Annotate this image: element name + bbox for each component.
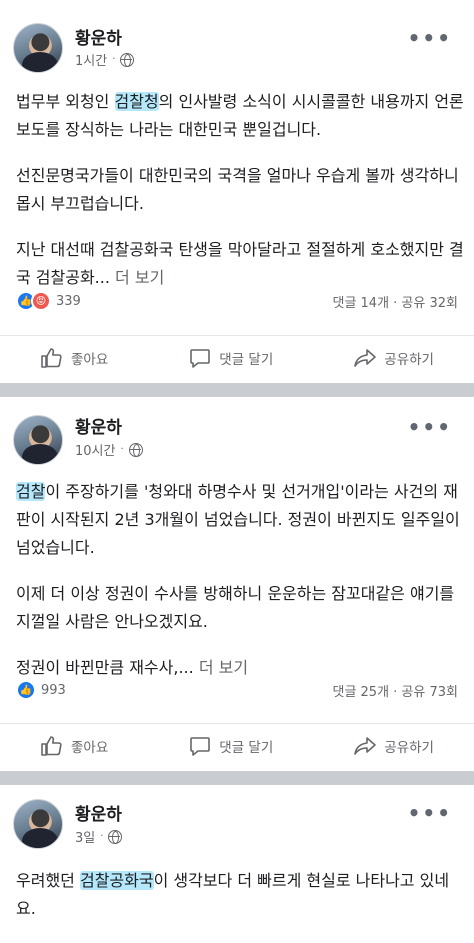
more-options-icon[interactable]: ••• [408, 415, 452, 439]
reaction-count[interactable]: 993 [41, 683, 66, 698]
post-1: 황운하 1시간 · ••• 법무부 외청인 검찰청의 인사발령 소식이 시시콜콜… [0, 0, 474, 383]
thumbs-up-icon [41, 347, 62, 368]
like-button[interactable]: 좋아요 [40, 346, 108, 370]
post-divider [0, 771, 474, 785]
avatar[interactable] [13, 23, 63, 73]
action-bar: 좋아요 댓글 달기 공유하기 [0, 723, 474, 767]
paragraph: 지난 대선때 검찰공화국 탄생을 막아달라고 절절하게 호소했지만 결국 검찰공… [16, 240, 464, 287]
globe-icon [120, 52, 135, 67]
highlighted-text: 검찰공화국 [79, 871, 154, 890]
post-header: 황운하 10시간 · ••• [0, 397, 474, 465]
post-time[interactable]: 3일 [75, 827, 95, 846]
reaction-bar: 👍 993 댓글 25개 · 공유 73회 [16, 678, 458, 702]
author-name[interactable]: 황운하 [75, 800, 122, 825]
thumbs-up-icon [41, 735, 62, 756]
comment-button[interactable]: 댓글 달기 [188, 734, 273, 758]
like-button[interactable]: 좋아요 [40, 734, 108, 758]
like-label: 좋아요 [71, 351, 109, 368]
highlighted-text: 검찰 [16, 482, 46, 501]
paragraph: 법무부 외청인 검찰청의 인사발령 소식이 시시콜콜한 내용까지 언론보도를 장… [16, 92, 464, 139]
paragraph: 선진문명국가들이 대한민국의 국격을 얼마나 우습게 볼까 생각하니 몹시 부끄… [16, 166, 459, 213]
comment-label: 댓글 달기 [219, 351, 274, 368]
share-arrow-icon [354, 736, 377, 755]
more-options-icon[interactable]: ••• [408, 26, 452, 50]
see-more-link[interactable]: 더 보기 [115, 268, 164, 287]
author-name[interactable]: 황운하 [75, 24, 122, 49]
post-time[interactable]: 1시간 [75, 50, 107, 69]
post-divider [0, 383, 474, 397]
separator: · [120, 444, 124, 455]
separator: · [112, 54, 116, 65]
comments-shares-count[interactable]: 댓글 14개 · 공유 32회 [332, 292, 458, 311]
globe-icon [108, 829, 123, 844]
post-time[interactable]: 10시간 [75, 440, 115, 459]
paragraph: 검찰이 주장하기를 '청와대 하명수사 및 선거개입'이라는 사건의 재판이 시… [16, 482, 460, 557]
separator: · [100, 831, 104, 842]
post-2: 황운하 10시간 · ••• 검찰이 주장하기를 '청와대 하명수사 및 선거개… [0, 397, 474, 771]
author-name[interactable]: 황운하 [75, 413, 122, 438]
globe-icon [128, 442, 143, 457]
angry-reaction-icon[interactable]: 😡 [31, 291, 51, 311]
like-reaction-icon[interactable]: 👍 [16, 680, 36, 700]
like-label: 좋아요 [71, 739, 109, 756]
post-3: 황운하 3일 · ••• 우려했던 검찰공화국이 생각보다 더 빠르게 현실로 … [0, 785, 474, 943]
post-meta: 1시간 · [75, 50, 135, 69]
paragraph: 이제 더 이상 정권이 수사를 방해하니 운운하는 잠꼬대같은 얘기를 지껄일 … [16, 584, 455, 631]
post-header: 황운하 3일 · ••• [0, 785, 474, 849]
comment-label: 댓글 달기 [219, 739, 274, 756]
reaction-bar: 👍 😡 339 댓글 14개 · 공유 32회 [16, 289, 458, 313]
post-meta: 3일 · [75, 827, 123, 846]
post-header: 황운하 1시간 · ••• [0, 0, 474, 73]
avatar[interactable] [13, 799, 63, 849]
share-label: 공유하기 [384, 739, 434, 756]
comment-button[interactable]: 댓글 달기 [188, 346, 273, 370]
comment-bubble-icon [190, 348, 211, 368]
share-button[interactable]: 공유하기 [353, 734, 434, 758]
share-arrow-icon [354, 348, 377, 367]
post-text: 법무부 외청인 검찰청의 인사발령 소식이 시시콜콜한 내용까지 언론보도를 장… [16, 88, 466, 292]
paragraph: 우려했던 검찰공화국이 생각보다 더 빠르게 현실로 나타나고 있네요. [16, 871, 450, 918]
share-label: 공유하기 [384, 351, 434, 368]
see-more-link[interactable]: 더 보기 [199, 658, 248, 677]
comment-bubble-icon [190, 736, 211, 756]
post-text: 우려했던 검찰공화국이 생각보다 더 빠르게 현실로 나타나고 있네요. [16, 867, 466, 923]
action-bar: 좋아요 댓글 달기 공유하기 [0, 335, 474, 379]
share-button[interactable]: 공유하기 [353, 346, 434, 370]
avatar[interactable] [13, 415, 63, 465]
post-meta: 10시간 · [75, 440, 143, 459]
post-text: 검찰이 주장하기를 '청와대 하명수사 및 선거개입'이라는 사건의 재판이 시… [16, 478, 466, 682]
comments-shares-count[interactable]: 댓글 25개 · 공유 73회 [332, 681, 458, 700]
highlighted-text: 검찰청 [114, 92, 159, 111]
more-options-icon[interactable]: ••• [408, 801, 452, 825]
reaction-count[interactable]: 339 [56, 294, 81, 309]
